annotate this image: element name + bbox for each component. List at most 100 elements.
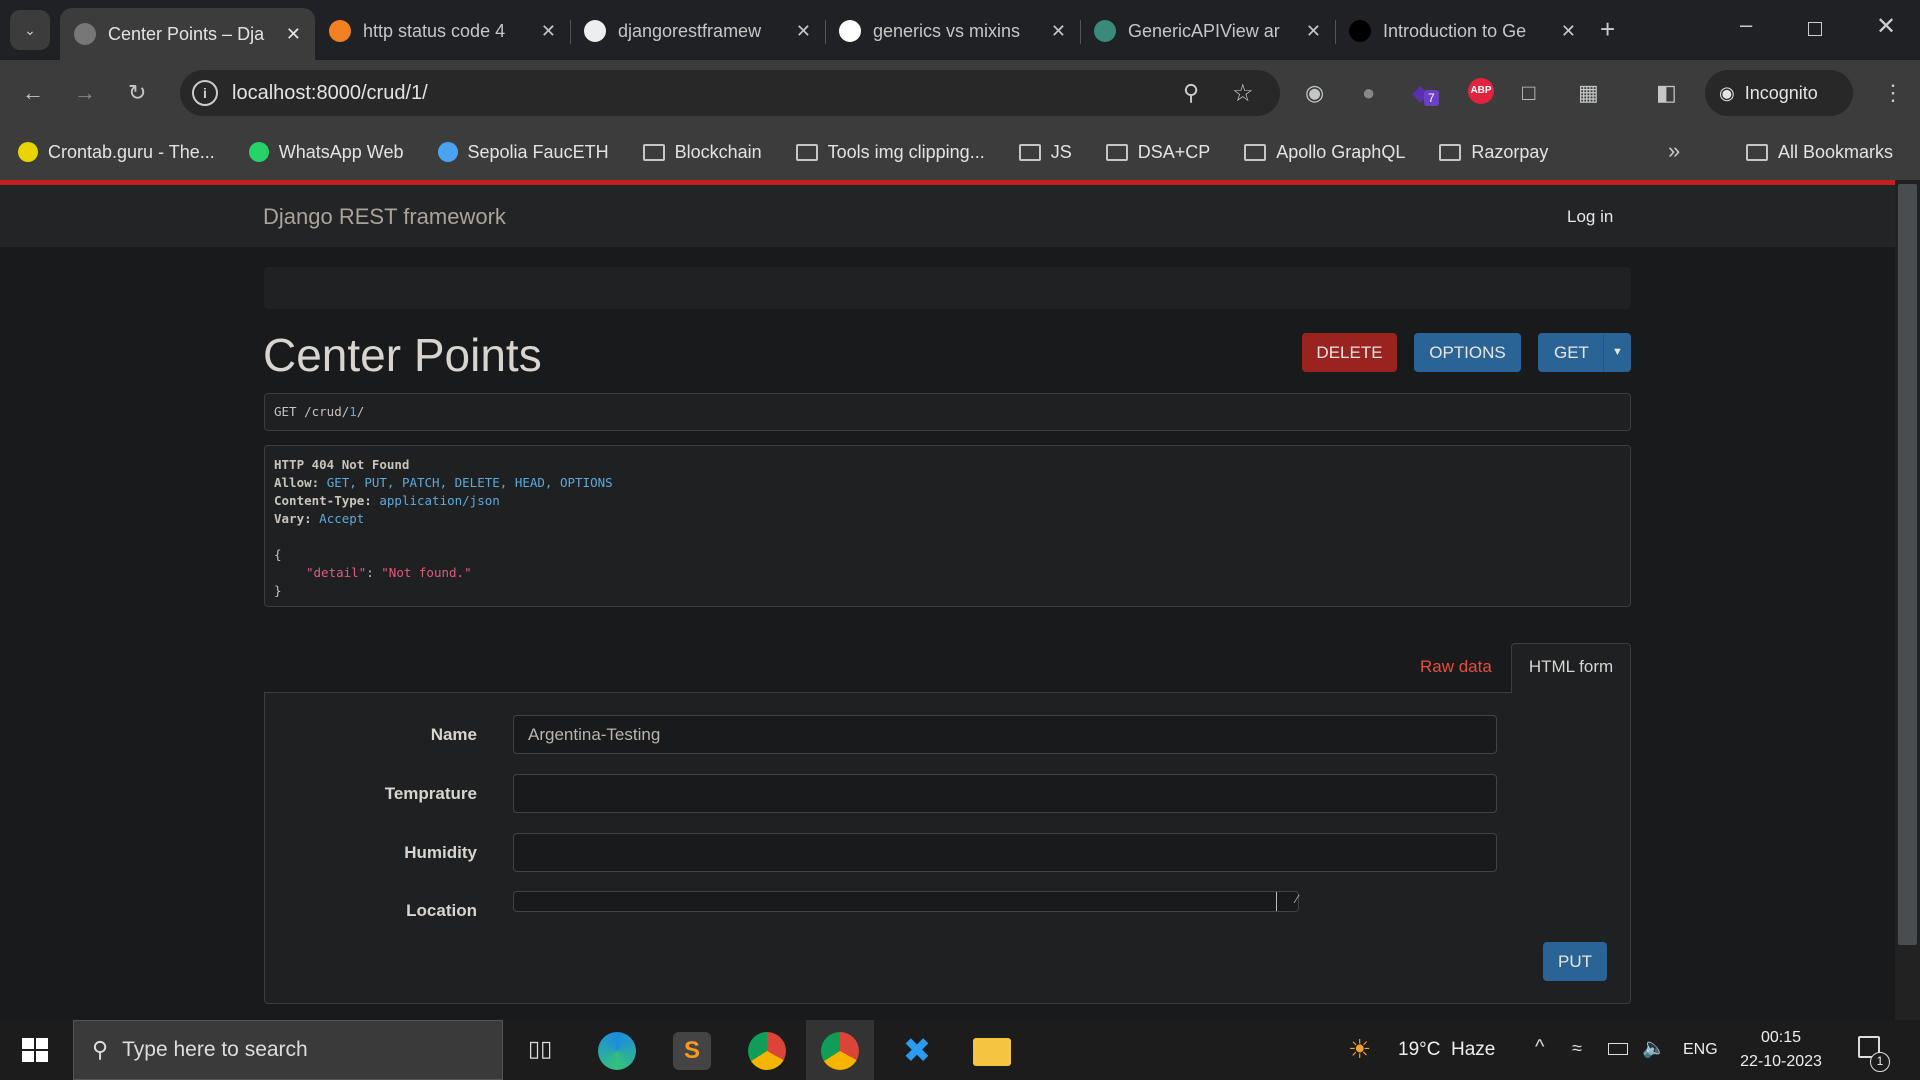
more-bookmarks-chevron-icon[interactable]: » <box>1668 138 1680 164</box>
bookmark-item[interactable]: Crontab.guru - The... <box>18 142 215 163</box>
header-value: GET, PUT, PATCH, DELETE, HEAD, OPTIONS <box>326 475 613 490</box>
reload-icon[interactable]: ↻ <box>128 80 146 106</box>
tab-separator <box>825 20 826 44</box>
wifi-icon[interactable]: ≈ <box>1572 1038 1582 1059</box>
close-tab-icon[interactable]: ✕ <box>1051 21 1066 42</box>
request-id-link[interactable]: 1 <box>349 404 357 419</box>
extension-badge: 7 <box>1424 90 1439 106</box>
search-icon: ⚲ <box>92 1037 109 1062</box>
windows-start-icon[interactable] <box>22 1038 48 1062</box>
put-button[interactable]: PUT <box>1543 942 1607 981</box>
all-bookmarks[interactable]: » All Bookmarks <box>1668 124 1894 180</box>
tab-raw-data[interactable]: Raw data <box>1420 657 1492 677</box>
bookmark-item[interactable]: Blockchain <box>642 142 762 163</box>
close-tab-icon[interactable]: ✕ <box>796 21 811 42</box>
scrollbar-thumb[interactable] <box>1898 184 1917 945</box>
bookmark-item[interactable]: DSA+CP <box>1105 142 1210 163</box>
tab-separator <box>1080 20 1081 44</box>
vscode-icon[interactable]: ✖ <box>898 1032 936 1070</box>
back-icon[interactable]: ← <box>22 80 44 106</box>
weather-text[interactable]: 19°C Haze <box>1398 1039 1495 1061</box>
weather-icon[interactable]: ☀ <box>1348 1034 1371 1065</box>
side-panel-icon[interactable]: ◧ <box>1656 80 1677 106</box>
delete-button[interactable]: DELETE <box>1302 333 1397 372</box>
url-text[interactable]: localhost:8000/crud/1/ <box>232 82 428 105</box>
file-explorer-icon[interactable] <box>973 1038 1011 1066</box>
address-bar[interactable]: i localhost:8000/crud/1/ ⚲ ☆ <box>180 70 1280 116</box>
header-value: application/json <box>379 493 500 508</box>
folder-icon <box>1746 143 1768 161</box>
browser-tab[interactable]: Introduction to Ge ✕ <box>1335 10 1590 52</box>
bookmark-item[interactable]: Sepolia FaucETH <box>437 142 609 163</box>
bookmark-item[interactable]: Tools img clipping... <box>795 142 985 163</box>
taskbar-search[interactable]: ⚲ Type here to search <box>73 1020 503 1080</box>
adblock-icon[interactable]: ABP <box>1468 78 1494 104</box>
navbar: Django REST framework Log in <box>0 185 1895 247</box>
close-tab-icon[interactable]: ✕ <box>286 24 301 45</box>
browser-toolbar: ← → ↻ i localhost:8000/crud/1/ ⚲ ☆ ◉ ● ◆… <box>0 60 1920 124</box>
bookmark-star-icon[interactable]: ☆ <box>1232 79 1254 108</box>
bookmark-item[interactable]: JS <box>1018 142 1072 163</box>
browser-tab[interactable]: Center Points – Dja ✕ <box>60 8 315 60</box>
browser-tab[interactable]: http status code 4 ✕ <box>315 10 570 52</box>
volume-icon[interactable]: 🔈 <box>1642 1036 1666 1060</box>
minimize-button[interactable]: – <box>1740 12 1752 38</box>
tab-search-button[interactable]: ⌄ <box>10 10 50 50</box>
extension-diamond-icon[interactable]: ◆ 7 <box>1412 80 1439 106</box>
extension-glasses-icon[interactable]: ◉ <box>1305 80 1324 106</box>
bookmark-item[interactable]: Razorpay <box>1439 142 1548 163</box>
tab-title: djangorestframew <box>618 20 762 41</box>
get-label: GET <box>1554 342 1589 362</box>
edge-icon[interactable] <box>598 1032 636 1070</box>
browser-tab[interactable]: generics vs mixins ✕ <box>825 10 1080 52</box>
bookmark-item[interactable]: WhatsApp Web <box>248 142 404 163</box>
options-button[interactable]: OPTIONS <box>1414 333 1521 372</box>
sublime-text-icon[interactable]: S <box>673 1032 711 1070</box>
login-link[interactable]: Log in <box>1567 207 1613 227</box>
notification-count: 1 <box>1870 1052 1890 1072</box>
close-tab-icon[interactable]: ✕ <box>541 21 556 42</box>
language-indicator[interactable]: ENG <box>1683 1041 1718 1059</box>
task-view-icon[interactable]: ▯▯ <box>528 1036 552 1062</box>
browser-tab[interactable]: GenericAPIView ar ✕ <box>1080 10 1335 52</box>
name-input[interactable]: Argentina-Testing <box>513 715 1497 754</box>
humidity-input[interactable] <box>513 833 1497 872</box>
tab-html-form[interactable]: HTML form <box>1511 643 1631 693</box>
zoom-icon[interactable]: ⚲ <box>1183 80 1199 106</box>
faucet-drop-icon <box>437 142 458 162</box>
screenshot-icon[interactable]: □ <box>1522 80 1535 106</box>
request-path: /crud/ <box>304 404 350 419</box>
brand-link[interactable]: Django REST framework <box>263 204 506 230</box>
extensions-puzzle-icon[interactable]: ▦ <box>1578 80 1599 106</box>
extension-bug-icon[interactable]: ● <box>1362 80 1375 106</box>
clock[interactable]: 00:15 22-10-2023 <box>1735 1026 1827 1074</box>
textarea-resize-handle-icon[interactable]: ∕ <box>1276 892 1298 911</box>
browser-tab[interactable]: djangorestframew ✕ <box>570 10 825 52</box>
whatsapp-icon <box>248 142 269 162</box>
forward-icon[interactable]: → <box>74 80 96 106</box>
get-button[interactable]: GET ▼ <box>1538 333 1631 372</box>
new-tab-button[interactable]: + <box>1600 14 1615 45</box>
tab-title: Center Points – Dja <box>108 23 265 44</box>
battery-icon[interactable] <box>1608 1043 1628 1055</box>
response-info: HTTP 404 Not Found Allow: GET, PUT, PATC… <box>264 445 1631 607</box>
bookmark-item[interactable]: Apollo GraphQL <box>1244 142 1405 163</box>
bookmark-label: Crontab.guru - The... <box>48 141 215 162</box>
temprature-input[interactable] <box>513 774 1497 813</box>
page-title: Center Points <box>263 329 542 381</box>
all-bookmarks-label: All Bookmarks <box>1778 141 1894 162</box>
location-textarea[interactable] <box>513 891 1299 912</box>
close-tab-icon[interactable]: ✕ <box>1561 21 1576 42</box>
response-header: Allow: GET, PUT, PATCH, DELETE, HEAD, OP… <box>274 474 1621 492</box>
request-line: GET /crud/1/ <box>264 393 1631 431</box>
chrome-incognito-icon[interactable] <box>821 1032 859 1070</box>
close-tab-icon[interactable]: ✕ <box>1306 21 1321 42</box>
site-info-icon[interactable]: i <box>192 80 218 106</box>
close-window-button[interactable]: ✕ <box>1876 12 1896 41</box>
tray-chevron-icon[interactable]: ^ <box>1535 1036 1544 1059</box>
get-dropdown-caret-icon[interactable]: ▼ <box>1603 333 1631 372</box>
menu-kebab-icon[interactable]: ⋮ <box>1882 80 1904 106</box>
incognito-indicator[interactable]: ◉ Incognito <box>1705 70 1853 116</box>
chrome-icon[interactable] <box>748 1032 786 1070</box>
restore-button[interactable] <box>1808 22 1822 36</box>
